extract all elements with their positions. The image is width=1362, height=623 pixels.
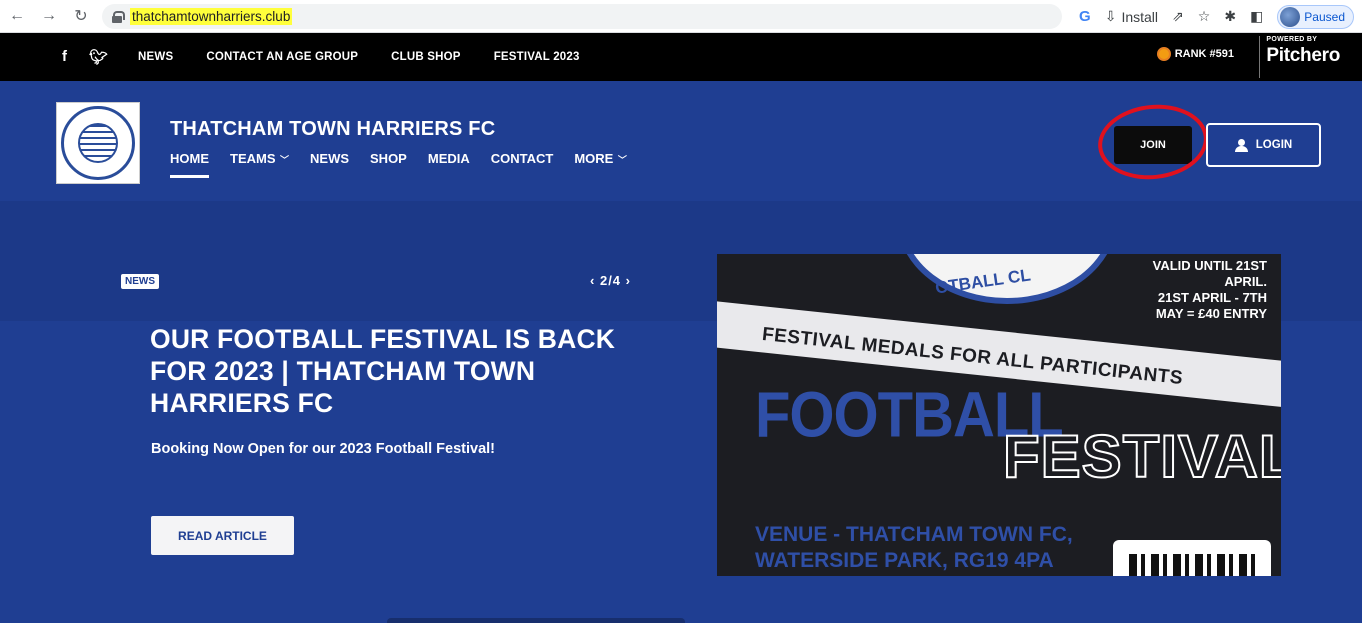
nav-home[interactable]: HOME <box>170 151 209 178</box>
crest-ring <box>61 106 135 180</box>
article-headline[interactable]: OUR FOOTBALL FESTIVAL IS BACK FOR 2023 |… <box>150 323 670 419</box>
install-label: Install <box>1121 8 1159 25</box>
extensions-puzzle-icon[interactable]: ✱ <box>1224 8 1236 25</box>
top-link-contact-age-group[interactable]: CONTACT AN AGE GROUP <box>206 51 358 63</box>
nav-contact[interactable]: CONTACT <box>491 151 554 178</box>
paused-label: Paused <box>1304 9 1345 24</box>
social-links: f 🐦︎ <box>62 48 108 66</box>
pitchero-logo: Pitchero <box>1266 45 1340 66</box>
pitchero-branding[interactable]: POWERED BY Pitchero <box>1259 36 1340 78</box>
url-text[interactable]: thatchamtownharriers.club <box>130 8 293 25</box>
rank-text: RANK #591 <box>1174 48 1234 60</box>
back-arrow-icon[interactable]: ← <box>8 7 26 25</box>
chevron-down-icon: ﹀ <box>615 155 627 165</box>
login-button[interactable]: LOGIN <box>1206 123 1321 167</box>
browser-nav-buttons: ← → ↻ <box>8 6 90 26</box>
login-label: LOGIN <box>1255 139 1293 151</box>
nav-more[interactable]: MORE ﹀ <box>574 151 627 178</box>
twitter-icon[interactable]: 🐦︎ <box>89 48 108 66</box>
club-crest-logo[interactable] <box>56 102 140 184</box>
poster-festival-word: FESTIVAL <box>1002 422 1281 491</box>
poster-venue-line: WATERSIDE PARK, RG19 4PA <box>755 549 1054 572</box>
nav-media[interactable]: MEDIA <box>428 151 470 178</box>
poster-entry-info: VALID UNTIL 21ST APRIL. 21ST APRIL - 7TH… <box>1153 258 1267 322</box>
forward-arrow-icon[interactable]: → <box>40 7 58 25</box>
nav-teams[interactable]: TEAMS ﹀ <box>230 151 289 178</box>
festival-poster-image[interactable]: OTBALL CL VALID UNTIL 21ST APRIL. 21ST A… <box>717 254 1281 576</box>
nav-news[interactable]: NEWS <box>310 151 349 178</box>
poster-venue-line: VENUE - THATCHAM TOWN FC, <box>755 523 1073 546</box>
address-bar[interactable]: thatchamtownharriers.club <box>102 4 1062 29</box>
poster-entry-line: APRIL. <box>1224 274 1267 289</box>
prev-slide-icon[interactable]: ‹ <box>590 273 595 288</box>
medal-icon <box>1156 47 1171 61</box>
nav-teams-label: TEAMS <box>230 151 276 166</box>
read-article-button[interactable]: READ ARTICLE <box>151 516 294 555</box>
bottom-overlay-bar <box>387 618 685 623</box>
poster-venue: VENUE - THATCHAM TOWN FC, WATERSIDE PARK… <box>755 522 1073 574</box>
install-icon: ⇩ <box>1104 8 1117 24</box>
red-annotation-circle <box>1094 99 1212 185</box>
powered-by-label: POWERED BY <box>1266 36 1318 43</box>
bookmark-star-icon[interactable]: ☆ <box>1198 8 1211 25</box>
rank-badge[interactable]: RANK #591 <box>1156 47 1234 61</box>
news-tag: NEWS <box>121 274 159 289</box>
poster-entry-line: VALID UNTIL 21ST <box>1152 258 1267 273</box>
install-button[interactable]: ⇩ Install <box>1105 8 1158 25</box>
utility-links: NEWS CONTACT AN AGE GROUP CLUB SHOP FEST… <box>138 51 580 63</box>
crest-waves-icon <box>78 123 118 163</box>
qr-pattern <box>1129 554 1255 576</box>
profile-avatar <box>1280 6 1301 27</box>
nav-more-label: MORE <box>574 151 614 166</box>
browser-actions: G ⇩ Install ⇗ ☆ ✱ ◧ Paused <box>1079 4 1354 29</box>
browser-toolbar: ← → ↻ thatchamtownharriers.club G ⇩ Inst… <box>0 0 1362 33</box>
top-link-festival-2023[interactable]: FESTIVAL 2023 <box>494 51 580 63</box>
poster-qr-code <box>1113 540 1271 576</box>
slide-pager: ‹ 2/4 › <box>590 273 631 288</box>
next-slide-icon[interactable]: › <box>626 273 631 288</box>
google-lens-icon[interactable]: G <box>1079 8 1091 25</box>
poster-entry-line: MAY = £40 ENTRY <box>1155 306 1267 321</box>
hero-section: THATCHAM TOWN HARRIERS FC HOME TEAMS ﹀ N… <box>0 81 1362 623</box>
share-icon[interactable]: ⇗ <box>1172 8 1184 25</box>
lock-icon[interactable] <box>112 10 125 23</box>
chevron-down-icon: ﹀ <box>277 155 290 165</box>
club-name[interactable]: THATCHAM TOWN HARRIERS FC <box>170 118 495 141</box>
nav-shop[interactable]: SHOP <box>370 151 407 178</box>
poster-entry-line: 21ST APRIL - 7TH <box>1157 290 1267 305</box>
side-panel-icon[interactable]: ◧ <box>1250 8 1263 25</box>
top-utility-bar: f 🐦︎ NEWS CONTACT AN AGE GROUP CLUB SHOP… <box>0 33 1362 81</box>
reload-icon[interactable]: ↻ <box>72 6 90 26</box>
profile-paused-button[interactable]: Paused <box>1277 4 1354 29</box>
top-link-news[interactable]: NEWS <box>138 51 173 63</box>
top-link-club-shop[interactable]: CLUB SHOP <box>391 51 461 63</box>
article-subline: Booking Now Open for our 2023 Football F… <box>151 441 496 457</box>
facebook-icon[interactable]: f <box>62 48 67 66</box>
user-icon <box>1234 138 1248 152</box>
main-nav: HOME TEAMS ﹀ NEWS SHOP MEDIA CONTACT MOR… <box>170 151 627 178</box>
slide-counter: 2/4 <box>599 273 622 288</box>
